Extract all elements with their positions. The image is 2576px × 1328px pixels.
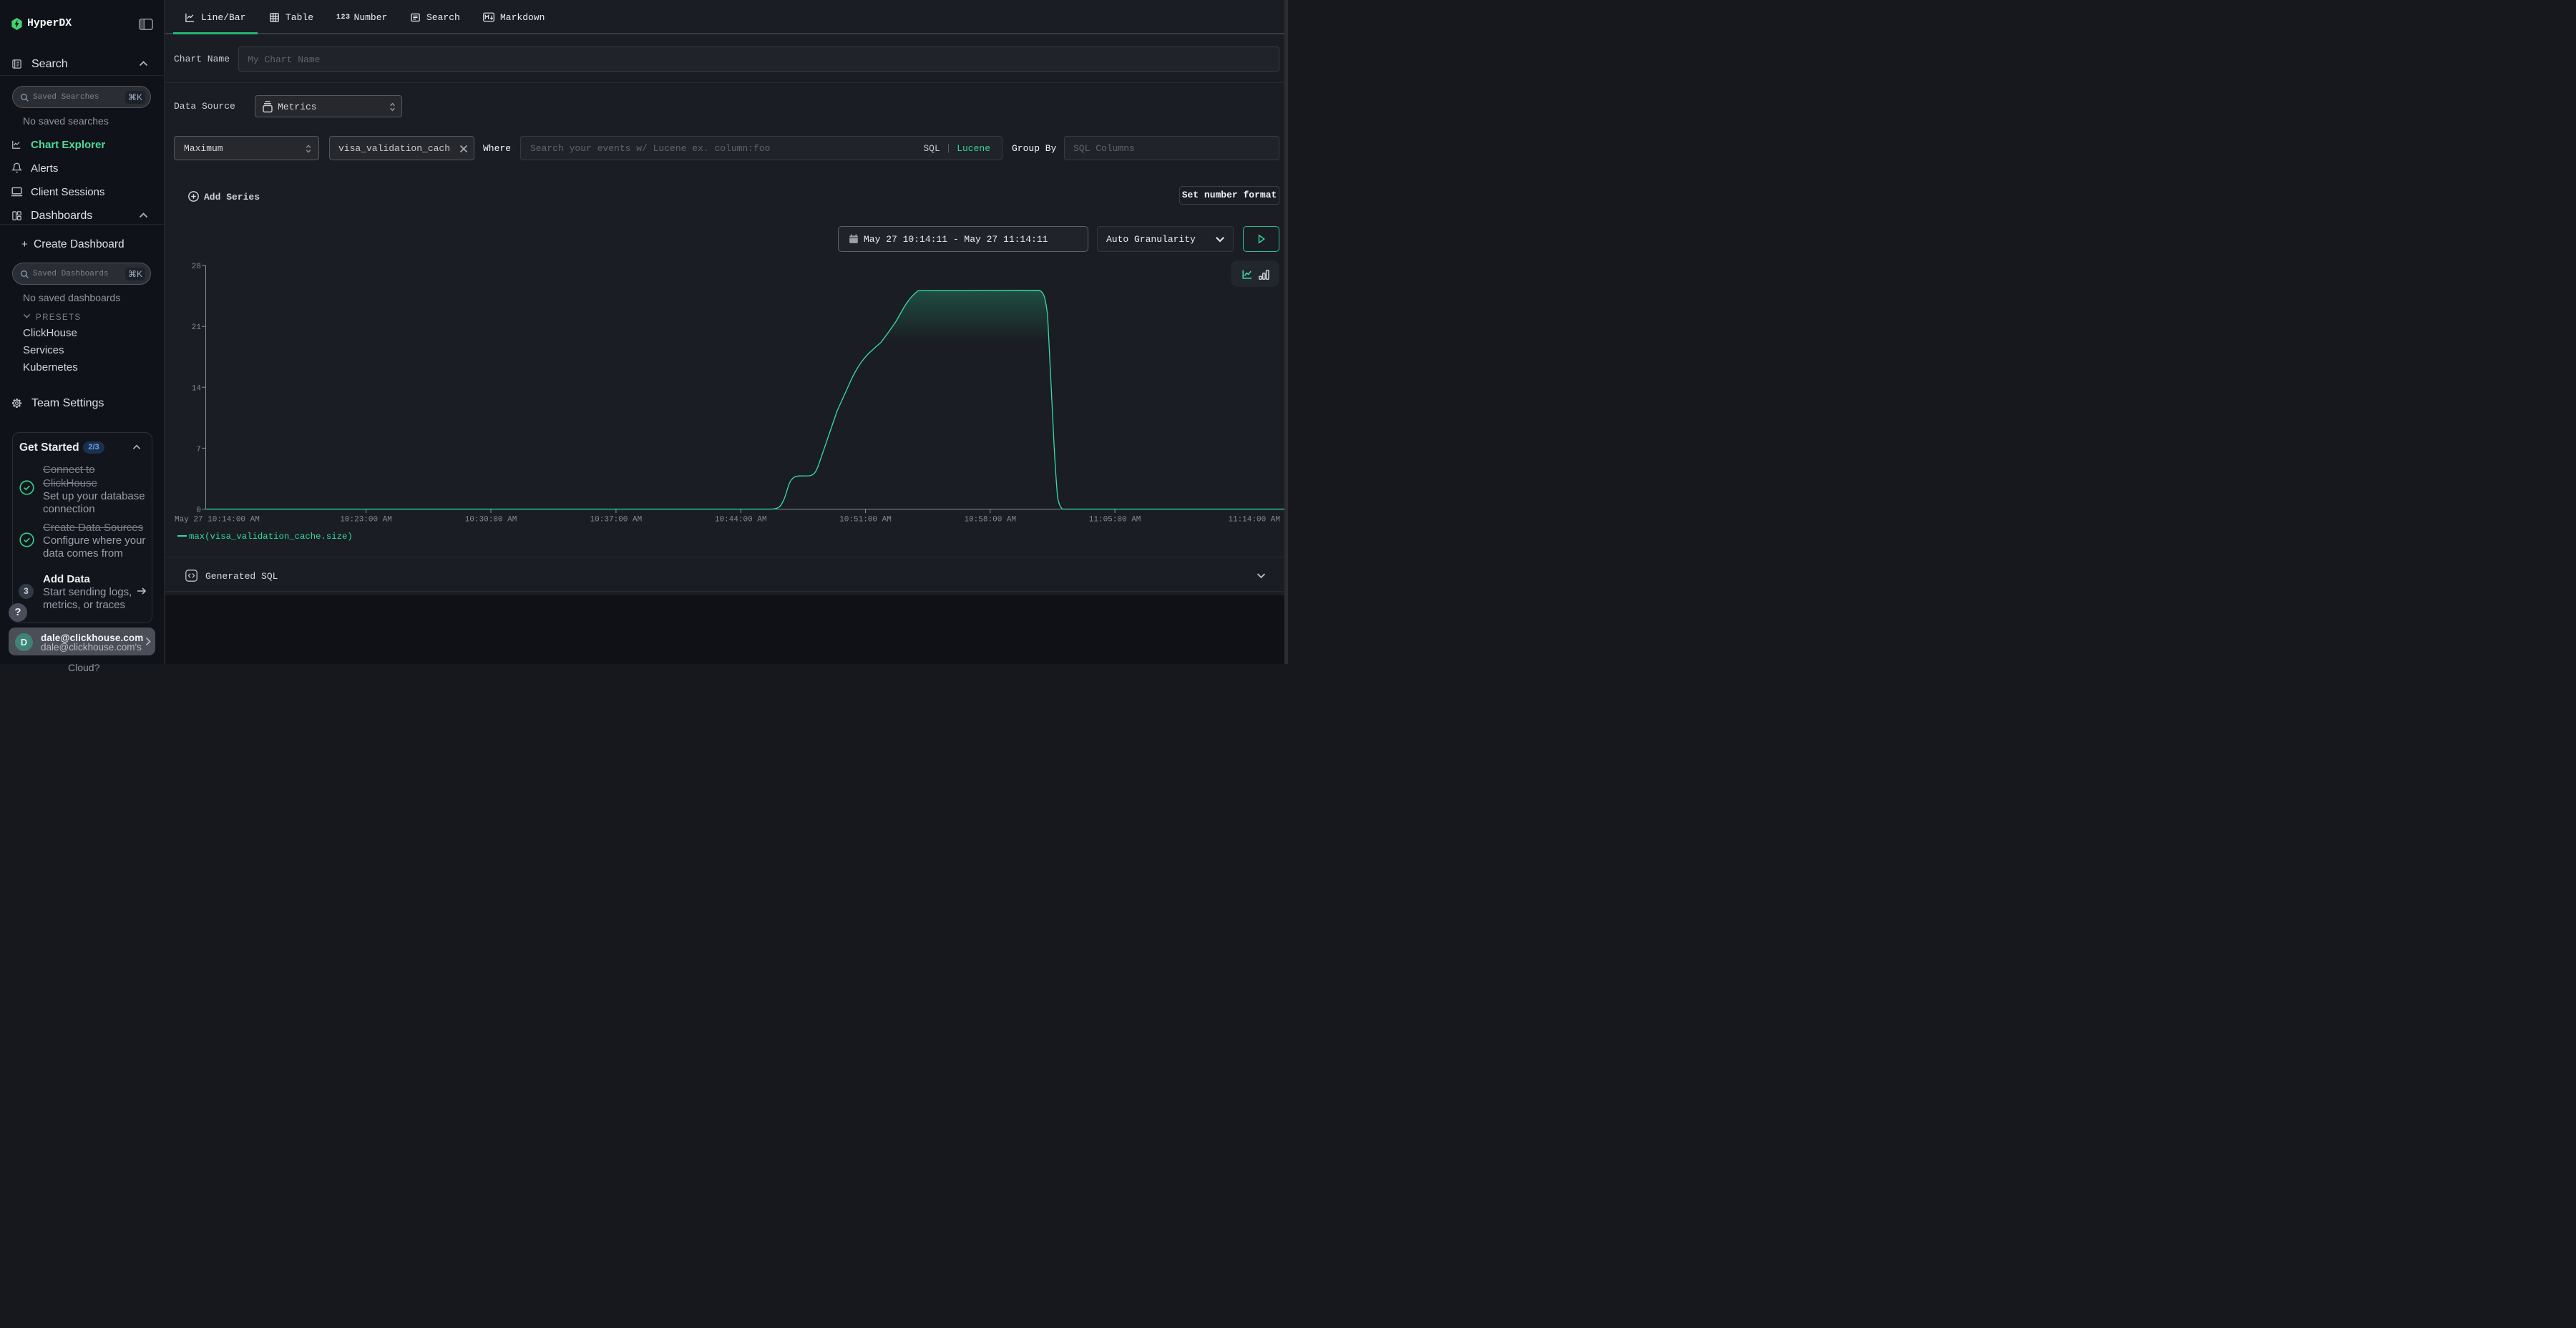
svg-text:10:37:00 AM: 10:37:00 AM	[590, 515, 643, 524]
svg-text:10:44:00 AM: 10:44:00 AM	[715, 515, 767, 524]
svg-text:21: 21	[192, 323, 202, 332]
svg-text:May 27 10:14:00 AM: May 27 10:14:00 AM	[175, 515, 260, 524]
svg-text:10:23:00 AM: 10:23:00 AM	[340, 515, 392, 524]
svg-text:10:58:00 AM: 10:58:00 AM	[964, 515, 1016, 524]
svg-text:0: 0	[196, 507, 201, 515]
svg-text:11:05:00 AM: 11:05:00 AM	[1089, 515, 1141, 524]
svg-text:28: 28	[192, 263, 201, 271]
svg-text:10:30:00 AM: 10:30:00 AM	[465, 515, 517, 524]
svg-text:10:51:00 AM: 10:51:00 AM	[839, 515, 892, 524]
svg-text:14: 14	[192, 384, 202, 393]
svg-text:11:14:00 AM: 11:14:00 AM	[1228, 515, 1280, 524]
svg-text:7: 7	[196, 445, 201, 454]
